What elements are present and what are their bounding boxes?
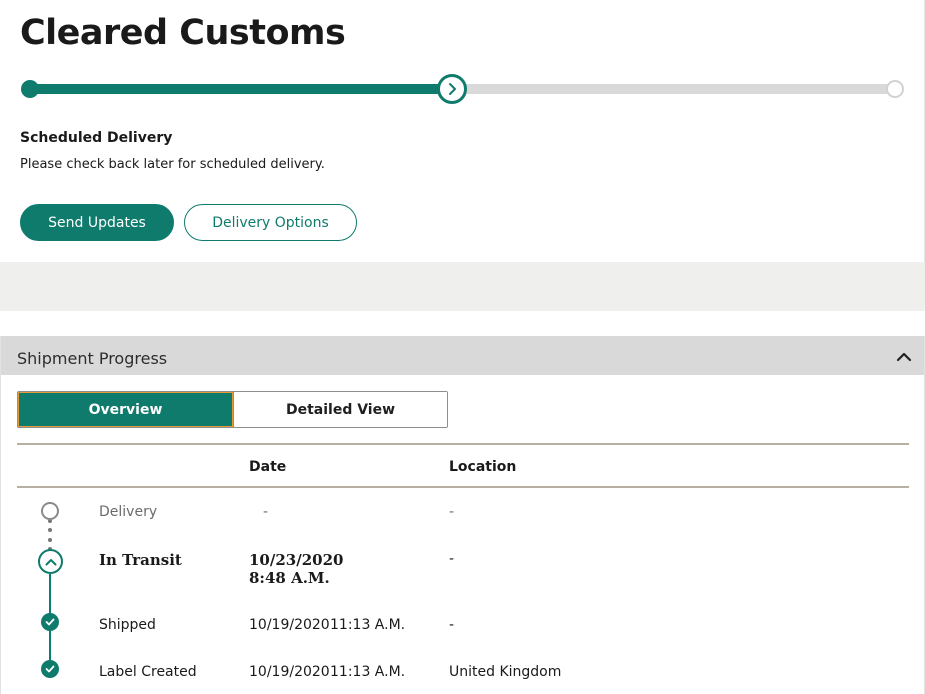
event-status: In Transit bbox=[99, 551, 182, 569]
tab-detailed-view[interactable]: Detailed View bbox=[233, 392, 447, 427]
chevron-up-icon bbox=[45, 558, 56, 565]
event-time: 8:48 A.M. bbox=[249, 569, 330, 587]
check-icon bbox=[41, 660, 59, 678]
shipment-progress-section: Shipment Progress Overview Detailed View… bbox=[0, 336, 925, 694]
chevron-right-icon bbox=[449, 83, 456, 95]
section-spacer bbox=[0, 262, 925, 311]
event-date: 10/19/2020 bbox=[249, 664, 330, 680]
tab-overview[interactable]: Overview bbox=[18, 392, 233, 427]
delivery-options-button[interactable]: Delivery Options bbox=[184, 204, 357, 241]
event-date: 10/19/2020 bbox=[249, 617, 330, 633]
event-location: - bbox=[449, 551, 455, 567]
column-header-location: Location bbox=[449, 459, 517, 475]
event-time: 11:13 A.M. bbox=[330, 617, 406, 633]
circle-outline-icon bbox=[41, 502, 59, 520]
progress-fill bbox=[22, 84, 453, 94]
column-header-date: Date bbox=[249, 459, 287, 475]
table-divider bbox=[17, 486, 909, 488]
status-card: Cleared Customs Scheduled Delivery Pleas… bbox=[0, 0, 925, 262]
shipment-progress-title: Shipment Progress bbox=[17, 349, 168, 368]
event-date: 10/23/2020 bbox=[249, 551, 344, 569]
event-status: Label Created bbox=[99, 664, 197, 680]
collapse-button[interactable] bbox=[896, 350, 912, 364]
event-location: United Kingdom bbox=[449, 664, 562, 680]
timeline-current-marker[interactable] bbox=[38, 549, 63, 574]
shipment-progress-header[interactable]: Shipment Progress bbox=[1, 336, 924, 375]
event-status: Shipped bbox=[99, 617, 156, 633]
table-divider bbox=[17, 443, 909, 445]
progress-start-dot bbox=[21, 80, 39, 98]
chevron-up-icon bbox=[896, 352, 912, 362]
send-updates-button[interactable]: Send Updates bbox=[20, 204, 174, 241]
event-date: - bbox=[263, 504, 269, 520]
event-location: - bbox=[449, 617, 455, 633]
status-title: Cleared Customs bbox=[20, 13, 346, 53]
view-tabs: Overview Detailed View bbox=[17, 391, 448, 428]
event-status: Delivery bbox=[99, 504, 158, 520]
scheduled-delivery-title: Scheduled Delivery bbox=[20, 130, 173, 146]
timeline-dotted-connector bbox=[48, 519, 52, 551]
progress-current-marker bbox=[437, 74, 467, 104]
check-icon bbox=[41, 613, 59, 631]
progress-end-dot bbox=[886, 80, 904, 98]
event-time: 11:13 A.M. bbox=[330, 664, 406, 680]
event-location: - bbox=[449, 504, 455, 520]
scheduled-delivery-text: Please check back later for scheduled de… bbox=[20, 157, 325, 172]
